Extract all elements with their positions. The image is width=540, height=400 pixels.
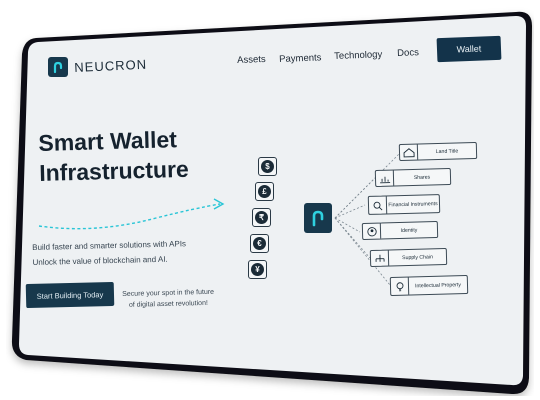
tag-label: Supply Chain bbox=[401, 253, 433, 261]
nav-docs[interactable]: Docs bbox=[397, 47, 419, 59]
pound-icon: £ bbox=[255, 182, 274, 201]
hero-title-line1: Smart Wallet bbox=[38, 126, 178, 156]
wallet-button[interactable]: Wallet bbox=[436, 35, 502, 63]
person-icon bbox=[362, 223, 382, 239]
tag-label: Land Title bbox=[435, 147, 459, 155]
dollar-icon: $ bbox=[258, 157, 277, 176]
euro-icon: € bbox=[250, 234, 269, 253]
tag-identity[interactable]: Identity bbox=[361, 221, 439, 240]
hero-title: Smart Wallet Infrastructure bbox=[38, 124, 189, 188]
tag-shares[interactable]: Shares bbox=[374, 168, 452, 187]
tag-financial-instruments[interactable]: Financial Instruments bbox=[367, 194, 441, 215]
nav-assets[interactable]: Assets bbox=[237, 54, 266, 66]
tag-intellectual-property[interactable]: Intellectual Property bbox=[389, 274, 469, 297]
hero-subtitle: Build faster and smarter solutions with … bbox=[32, 236, 187, 270]
tag-label: Identity bbox=[400, 227, 418, 234]
tag-supply-chain[interactable]: Supply Chain bbox=[369, 247, 448, 268]
logo-icon bbox=[53, 61, 63, 74]
tag-label: Shares bbox=[413, 174, 431, 181]
yen-icon: ¥ bbox=[248, 260, 267, 279]
secure-spot-text: Secure your spot in the future of digita… bbox=[122, 287, 215, 311]
hero-title-line2: Infrastructure bbox=[38, 155, 190, 186]
chart-icon bbox=[375, 170, 395, 186]
rupee-icon: ₹ bbox=[252, 208, 271, 227]
house-icon bbox=[399, 144, 419, 160]
bulb-icon bbox=[390, 277, 410, 295]
brand-logo[interactable] bbox=[48, 57, 68, 77]
start-building-button[interactable]: Start Building Today bbox=[25, 281, 115, 309]
tag-land-title[interactable]: Land Title bbox=[398, 141, 478, 162]
magnifier-icon bbox=[368, 196, 388, 214]
network-icon bbox=[370, 250, 390, 266]
logo-icon bbox=[312, 210, 324, 227]
nav-payments[interactable]: Payments bbox=[279, 52, 322, 65]
secure-line2: of digital asset revolution! bbox=[128, 299, 208, 309]
tag-label: Financial Instruments bbox=[388, 200, 438, 208]
tag-label: Intellectual Property bbox=[414, 281, 461, 289]
center-logo bbox=[304, 203, 332, 233]
nav-technology[interactable]: Technology bbox=[334, 49, 382, 62]
